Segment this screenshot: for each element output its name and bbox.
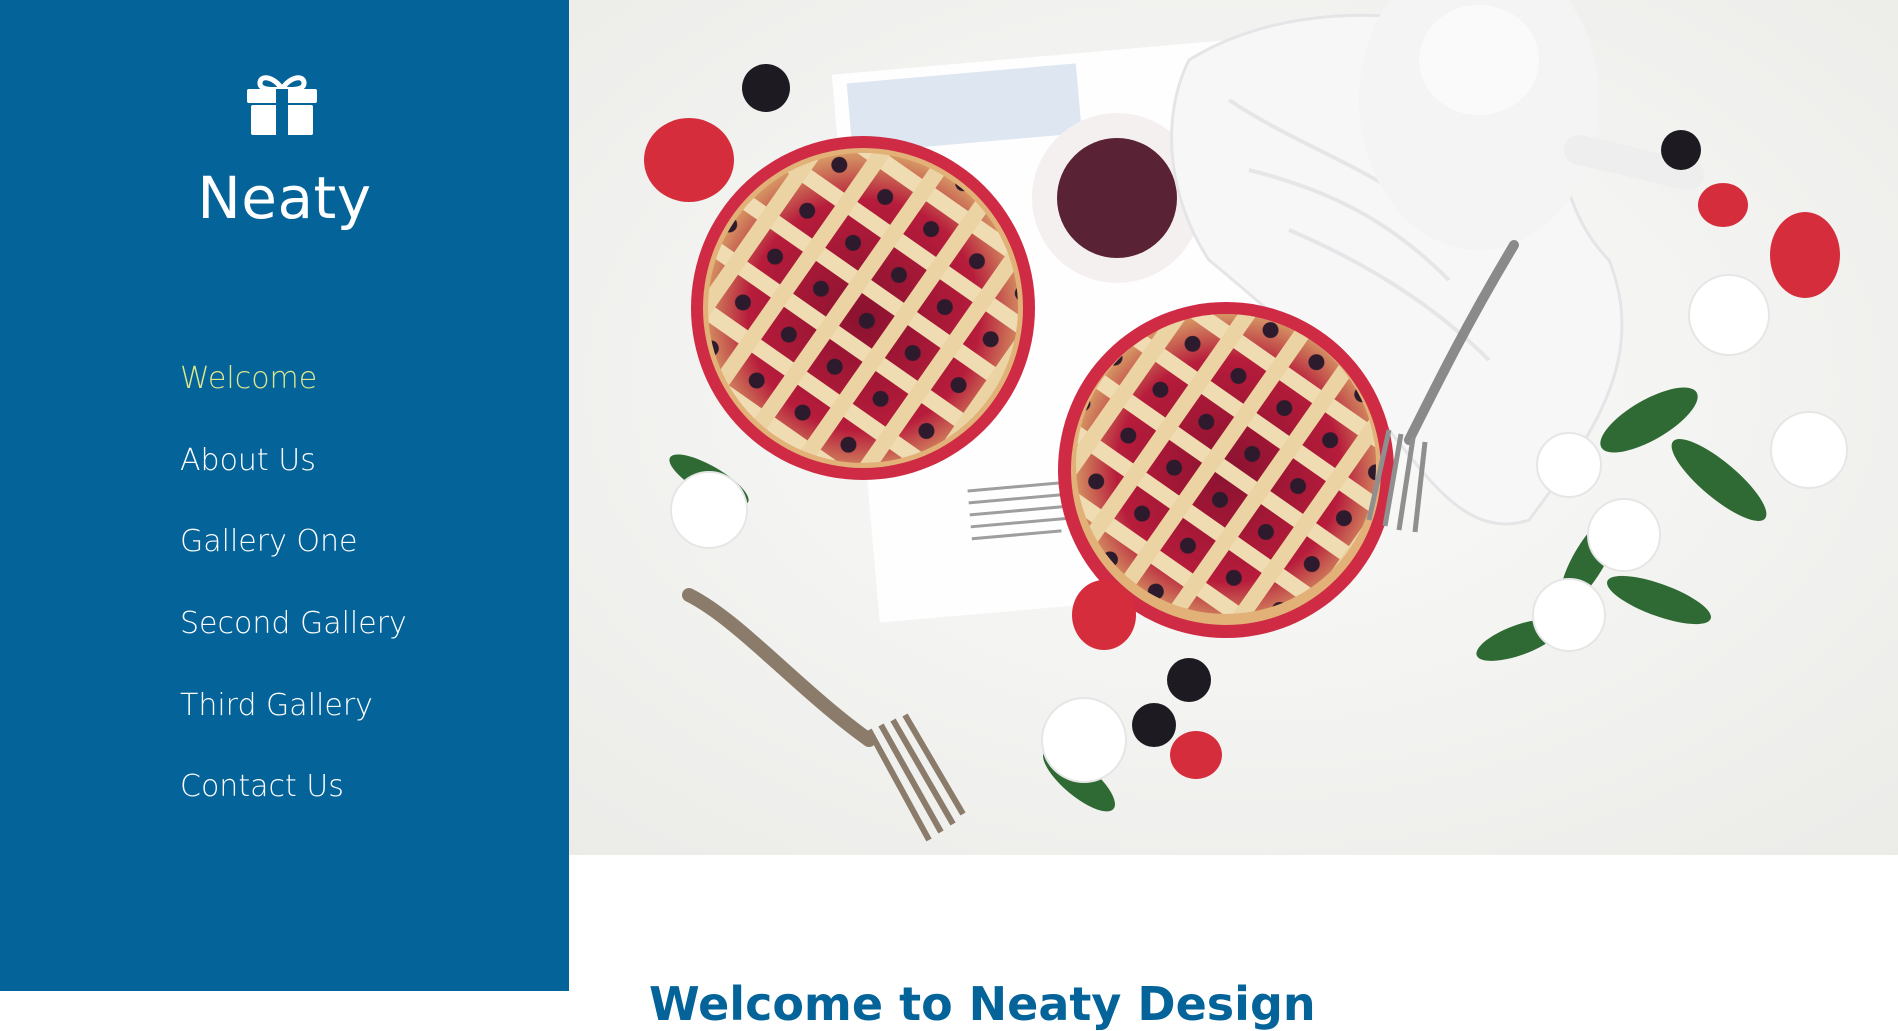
gift-icon bbox=[247, 75, 317, 135]
brand-name[interactable]: Neaty bbox=[0, 164, 569, 232]
nav-item-gallery-one[interactable]: Gallery One bbox=[180, 508, 407, 590]
nav-item-about-us[interactable]: About Us bbox=[180, 427, 407, 509]
nav-item-third-gallery[interactable]: Third Gallery bbox=[180, 672, 407, 754]
hero-image bbox=[569, 0, 1898, 855]
hero-photo bbox=[569, 0, 1898, 855]
nav-item-contact-us[interactable]: Contact Us bbox=[180, 753, 407, 835]
sidebar: Neaty Welcome About Us Gallery One Secon… bbox=[0, 0, 569, 991]
nav-item-second-gallery[interactable]: Second Gallery bbox=[180, 590, 407, 672]
nav-item-welcome[interactable]: Welcome bbox=[180, 345, 407, 427]
main-nav: Welcome About Us Gallery One Second Gall… bbox=[180, 345, 407, 835]
welcome-heading: Welcome to Neaty Design bbox=[649, 976, 1316, 1031]
